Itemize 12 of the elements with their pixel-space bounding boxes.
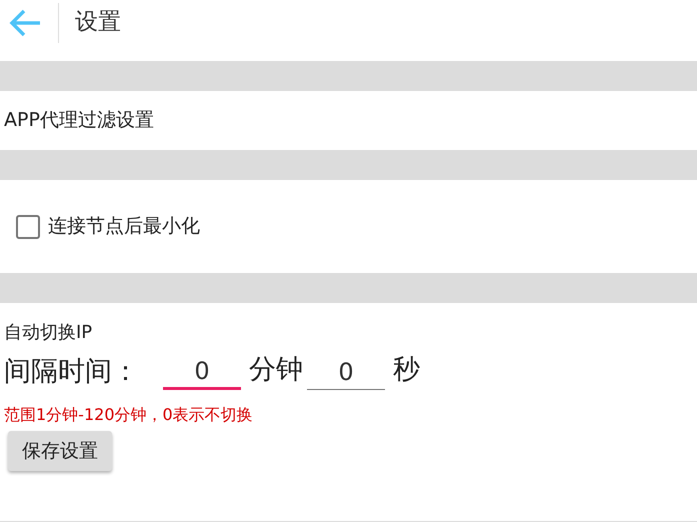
checkbox[interactable] (16, 214, 40, 238)
number-input-field[interactable]: 0 (163, 354, 241, 390)
range-hint: 范围1分钟-120分钟，0表示不切换 (4, 404, 253, 426)
page-title: 设置 (75, 8, 121, 38)
unit-label: 分钟 (249, 353, 303, 387)
section-title: 自动切换IP (4, 321, 92, 345)
interval-label: 间隔时间： (4, 355, 139, 389)
unit-label: 秒 (393, 353, 420, 387)
setting-label[interactable]: APP代理过滤设置 (4, 106, 154, 135)
save-button[interactable]: 保存设置 (8, 430, 112, 471)
number-input-field[interactable]: 0 (307, 354, 385, 390)
checkbox-label: 连接节点后最小化 (48, 214, 200, 240)
